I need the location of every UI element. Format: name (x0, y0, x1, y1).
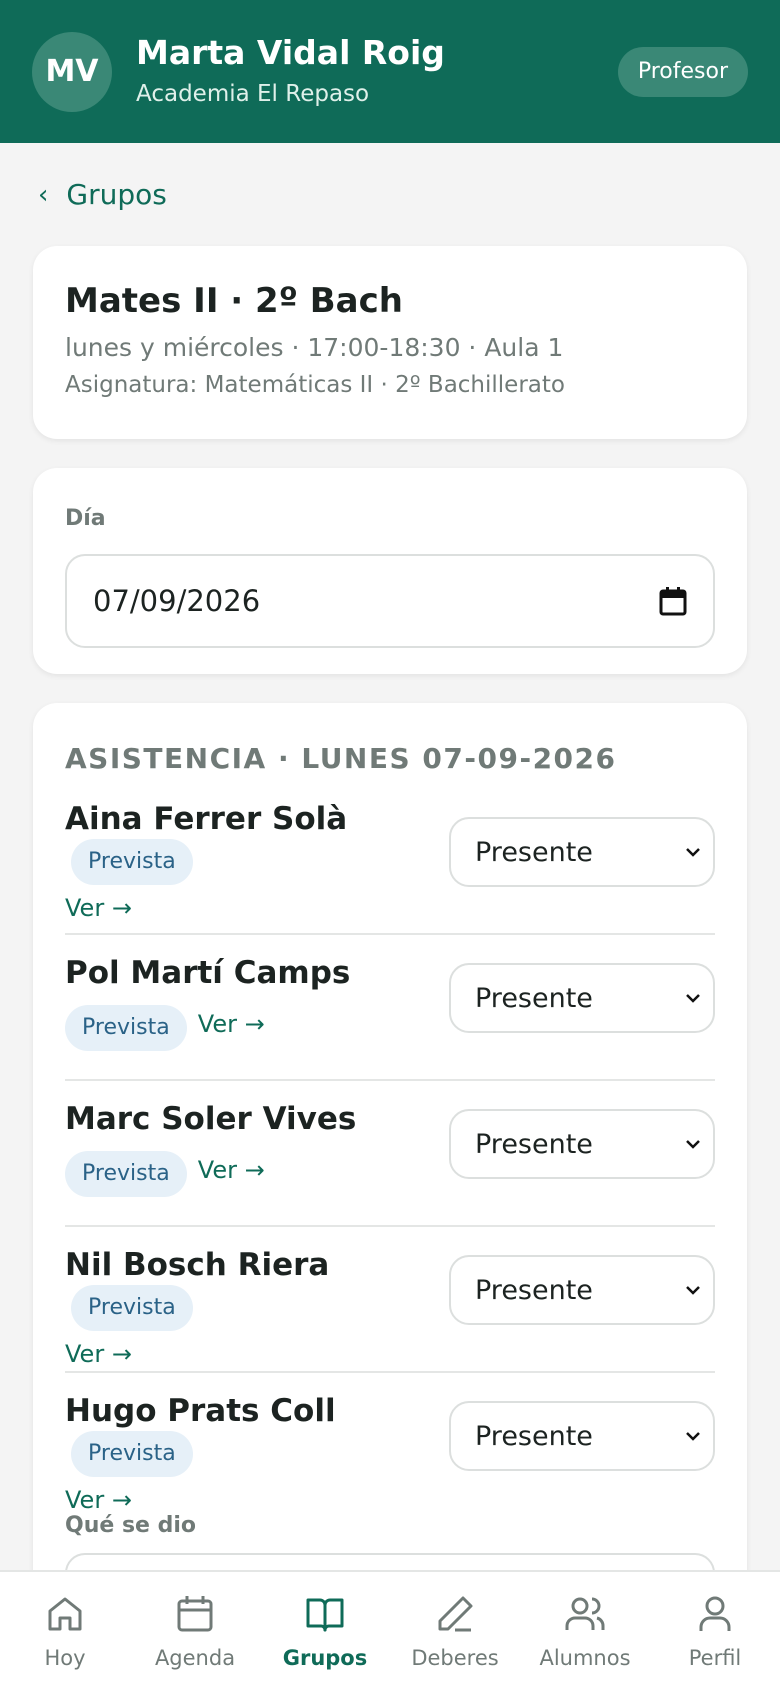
nav-item-grupos[interactable]: Grupos (260, 1572, 390, 1688)
group-schedule: lunes y miércoles · 17:00-18:30 · Aula 1 (65, 333, 564, 362)
day-label: Día (65, 506, 106, 531)
users-icon (565, 1597, 605, 1630)
student-name: Aina Ferrer Solà (65, 801, 348, 837)
nav-item-agenda[interactable]: Agenda (130, 1572, 260, 1688)
status-value: Presente (475, 982, 593, 1014)
attendance-status-select[interactable]: Presente (449, 1401, 715, 1471)
expected-badge: Prevista (71, 1285, 193, 1331)
chevron-down-icon (686, 1432, 700, 1441)
calendar-icon[interactable] (659, 586, 687, 616)
nav-label: Grupos (282, 1646, 368, 1670)
attendance-row: Marc Soler Vives Prevista Ver → Presente (65, 1081, 715, 1227)
date-value: 07/09/2026 (93, 584, 261, 618)
nav-item-perfil[interactable]: Perfil (650, 1572, 780, 1688)
expected-badge: Prevista (71, 839, 193, 885)
nav-label: Agenda (154, 1646, 236, 1670)
pencil-icon (438, 1596, 473, 1632)
nav-label: Perfil (688, 1646, 742, 1670)
status-value: Presente (475, 1128, 593, 1160)
nav-label: Alumnos (539, 1646, 631, 1670)
attendance-status-select[interactable]: Presente (449, 1109, 715, 1179)
attendance-row: Nil Bosch Riera Prevista Ver → Presente (65, 1227, 715, 1373)
app-header: MV Marta Vidal Roig Academia El Repaso P… (0, 0, 780, 143)
attendance-title: ASISTENCIA · LUNES 07-09-2026 (65, 742, 617, 775)
calendar-icon (177, 1596, 213, 1632)
expected-badge: Prevista (71, 1431, 193, 1477)
chevron-left-icon: ‹ (38, 179, 49, 210)
status-value: Presente (475, 1420, 593, 1452)
expected-badge: Prevista (65, 1004, 187, 1051)
nav-item-deberes[interactable]: Deberes (390, 1572, 520, 1688)
expected-badge: Prevista (65, 1150, 187, 1197)
attendance-row: Aina Ferrer Solà Prevista Ver → Presente (65, 789, 715, 935)
attendance-card: ASISTENCIA · LUNES 07-09-2026 Aina Ferre… (33, 703, 747, 1688)
attendance-row: Hugo Prats Coll Prevista Ver → Presente (65, 1373, 715, 1519)
chevron-down-icon (686, 994, 700, 1003)
chevron-down-icon (686, 1140, 700, 1149)
bottom-nav: Hoy Agenda Grupos Deberes Alumnos Perfil (0, 1570, 780, 1688)
status-value: Presente (475, 836, 593, 868)
chevron-down-icon (686, 1286, 700, 1295)
attendance-status-select[interactable]: Presente (449, 817, 715, 887)
group-title: Mates II · 2º Bach (65, 281, 403, 321)
student-name: Marc Soler Vives (65, 1101, 357, 1137)
student-name: Nil Bosch Riera (65, 1247, 330, 1283)
attendance-status-select[interactable]: Presente (449, 1255, 715, 1325)
view-student-link[interactable]: Ver → (198, 1001, 265, 1047)
nav-label: Deberes (411, 1646, 499, 1670)
avatar: MV (32, 31, 112, 112)
nav-item-hoy[interactable]: Hoy (0, 1572, 130, 1688)
user-info: Marta Vidal Roig Academia El Repaso (136, 33, 618, 111)
attendance-row: Pol Martí Camps Prevista Ver → Presente (65, 935, 715, 1081)
chevron-down-icon (686, 848, 700, 857)
back-to-groups-link[interactable]: ‹ Grupos (38, 178, 167, 211)
student-name: Hugo Prats Coll (65, 1393, 336, 1429)
date-input[interactable]: 07/09/2026 (65, 554, 715, 648)
attendance-status-select[interactable]: Presente (449, 963, 715, 1033)
student-name: Pol Martí Camps (65, 955, 351, 991)
view-student-link[interactable]: Ver → (198, 1147, 265, 1193)
status-value: Presente (475, 1274, 593, 1306)
user-icon (699, 1596, 731, 1631)
group-info-card: Mates II · 2º Bach lunes y miércoles · 1… (33, 246, 747, 439)
user-name: Marta Vidal Roig (136, 32, 445, 72)
organization-name: Academia El Repaso (136, 80, 370, 107)
book-icon (306, 1598, 344, 1632)
group-subject: Asignatura: Matemáticas II · 2º Bachille… (65, 372, 565, 398)
home-icon (48, 1597, 82, 1631)
day-picker-card: Día 07/09/2026 (33, 468, 747, 674)
notes-label: Qué se dio (65, 1513, 197, 1538)
view-student-link[interactable]: Ver → (65, 885, 132, 931)
back-label: Grupos (66, 178, 167, 211)
nav-item-alumnos[interactable]: Alumnos (520, 1572, 650, 1688)
role-badge: Profesor (617, 46, 748, 97)
nav-label: Hoy (44, 1646, 86, 1670)
view-student-link[interactable]: Ver → (65, 1331, 132, 1377)
